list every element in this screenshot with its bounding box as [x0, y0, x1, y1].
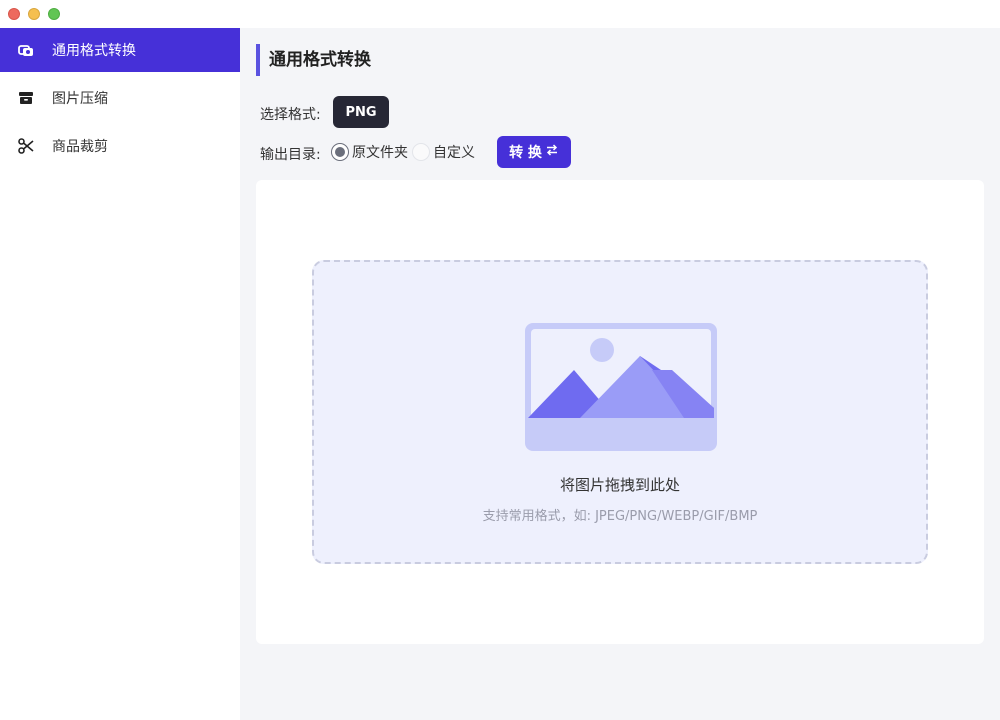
convert-icon — [17, 41, 35, 59]
sidebar-item-label: 图片压缩 — [52, 91, 108, 107]
sidebar-item-crop[interactable]: 商品裁剪 — [0, 124, 240, 168]
image-dropzone[interactable]: 将图片拖拽到此处 支持常用格式，如: JPEG/PNG/WEBP/GIF/BMP — [312, 260, 928, 564]
sidebar-item-label: 通用格式转换 — [52, 43, 136, 59]
radio-custom-label[interactable]: 自定义 — [433, 142, 475, 162]
format-label: 选择格式: — [260, 107, 321, 123]
archive-icon — [17, 89, 35, 107]
radio-original-folder-label[interactable]: 原文件夹 — [352, 142, 408, 162]
radio-custom[interactable] — [412, 143, 430, 161]
output-dir-label: 输出目录: — [260, 147, 321, 163]
title-bar — [0, 0, 1000, 28]
convert-button-label: 转 换 — [509, 145, 542, 161]
page-title: 通用格式转换 — [256, 44, 371, 76]
convert-button[interactable]: 转 换 — [497, 136, 571, 168]
sidebar-item-format-convert[interactable]: 通用格式转换 — [0, 28, 240, 72]
output-dir-radio-group: 原文件夹 自定义 — [331, 142, 479, 162]
dropzone-title: 将图片拖拽到此处 — [559, 476, 680, 494]
sidebar-item-compress[interactable]: 图片压缩 — [0, 76, 240, 120]
zoom-window-button[interactable] — [48, 8, 60, 20]
main-content: 通用格式转换 选择格式: PNG 输出目录: 原文件夹 自定义 转 换 将图片拖… — [240, 28, 1000, 720]
upload-panel: 将图片拖拽到此处 支持常用格式，如: JPEG/PNG/WEBP/GIF/BMP — [256, 180, 984, 644]
minimize-window-button[interactable] — [28, 8, 40, 20]
image-placeholder-icon — [525, 323, 717, 451]
swap-arrows-icon — [545, 143, 559, 161]
dropzone-subtitle: 支持常用格式，如: JPEG/PNG/WEBP/GIF/BMP — [482, 509, 758, 524]
format-select-button[interactable]: PNG — [333, 96, 389, 128]
close-window-button[interactable] — [8, 8, 20, 20]
scissors-icon — [17, 137, 35, 155]
sidebar-item-label: 商品裁剪 — [52, 139, 108, 155]
app-window: 通用格式转换 图片压缩 商品裁剪 通用格式转换 选择格式: PNG 输出目录: … — [0, 0, 1000, 720]
sidebar: 通用格式转换 图片压缩 商品裁剪 — [0, 28, 240, 720]
radio-original-folder[interactable] — [331, 143, 349, 161]
